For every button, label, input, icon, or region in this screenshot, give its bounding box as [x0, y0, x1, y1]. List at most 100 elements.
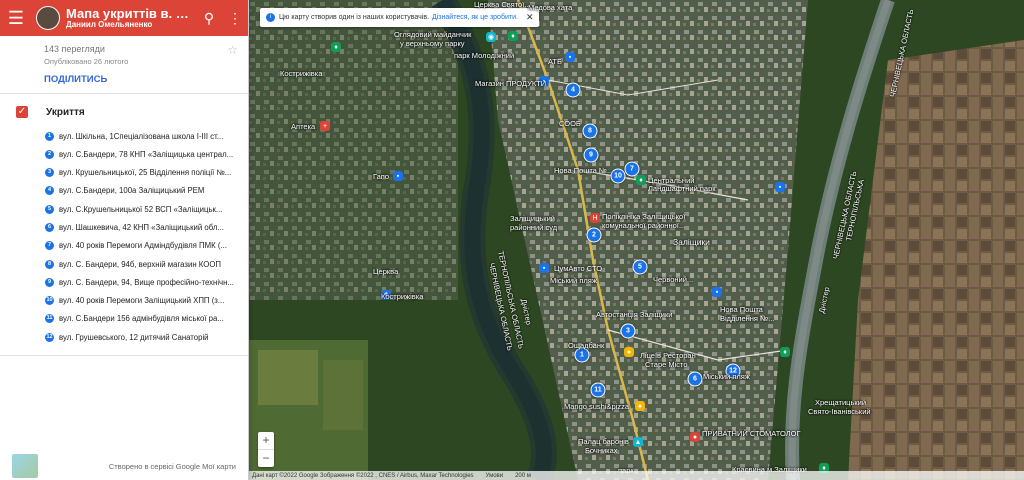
map-label: Медова хата [528, 3, 573, 12]
attribution-text: Дані карт ©2022 Google Зображення ©2022 … [252, 472, 474, 479]
map-label: Поліклініка Заліщицької комунальної райо… [602, 212, 686, 230]
shelter-number-icon: 2 [45, 149, 54, 159]
list-item-label: вул. 40 років Перемоги Заліщицький ХПП (… [59, 296, 225, 306]
map-title: Мапа укриттів в. Заліщики [66, 6, 196, 21]
park-pin-icon[interactable]: ♦ [636, 175, 646, 185]
shelter-marker[interactable]: 3 [620, 323, 636, 339]
my-maps-logo-icon[interactable] [12, 454, 38, 478]
list-item[interactable]: 2 вул. С.Бандери, 78 КНП «Заліщицька цент… [0, 146, 248, 162]
map-label: Кострижівка [280, 69, 323, 78]
map-canvas[interactable]: i Цю карту створив один із наших користу… [248, 0, 1024, 480]
list-item[interactable]: 7 вул. 40 років Перемоги Адміндбудівля ПМ… [0, 238, 248, 254]
shopping-pin-icon[interactable]: ▪ [565, 52, 575, 62]
list-item[interactable]: 8 вул. С. Бандери, 94б, верхній магазин К… [0, 256, 248, 272]
share-button[interactable]: ПОДІЛИТИСЬ [44, 74, 234, 85]
list-item[interactable]: 10 вул. 40 років Перемоги Заліщицький ХПП… [0, 293, 248, 309]
map-label: Автостанція Заліщики [596, 310, 673, 319]
shelter-number-icon: 12 [45, 332, 54, 342]
shelter-marker[interactable]: 5 [632, 259, 648, 275]
palace-pin-icon[interactable]: ▲ [633, 437, 643, 447]
zoom-out-button[interactable]: − [258, 450, 274, 467]
map-label: Ліцеїв Ресторан [640, 351, 696, 360]
bus-pin-icon[interactable]: ▪ [393, 171, 403, 181]
map-label: Гапо [373, 172, 390, 181]
map-label: Церква [373, 267, 399, 276]
list-item-label: вул. Шашкевича, 42 КНП «Заліщицький обл.… [59, 222, 224, 232]
shopping-pin-icon[interactable]: ▪ [775, 182, 785, 192]
shelter-marker[interactable]: 6 [687, 371, 703, 387]
footer-text[interactable]: Створено в сервісі Google Мої карти [109, 462, 236, 471]
map-label: Mango sushi&pizza [564, 402, 630, 411]
list-item-label: вул. Крушельницької, 25 Відділення поліц… [59, 168, 232, 178]
map-label: Заліщики [673, 237, 710, 247]
list-item[interactable]: 5 вул. С.Крушельницької 52 ВСП «Заліщицьк… [0, 201, 248, 217]
banner-link[interactable]: Дізнайтеся, як це зробити. [432, 14, 518, 21]
shelter-number-icon: 9 [45, 277, 54, 287]
map-label: Оглядовий майданчик [394, 30, 472, 39]
search-icon[interactable]: ⚲ [196, 10, 222, 27]
zoom-in-button[interactable]: + [258, 432, 274, 449]
list-item[interactable]: 9 вул. С. Бандери, 94, Вище професійно-те… [0, 274, 248, 290]
shelter-marker[interactable]: 7 [624, 161, 640, 177]
map-label: Кострижівка [381, 292, 424, 301]
car-service-pin-icon[interactable]: ▪ [539, 263, 549, 273]
shelter-number-icon: 5 [45, 204, 54, 214]
list-item-label: вул. С.Бандери 156 адмінбудівля міської … [59, 314, 224, 324]
list-item-label: вул. С.Бандери, 100а Заліщицький РЕМ [59, 186, 205, 196]
shelter-number-icon: 10 [45, 296, 54, 306]
banner-text: Цю карту створив один із наших користува… [279, 14, 430, 21]
info-banner: i Цю карту створив один із наших користу… [260, 8, 540, 27]
star-icon[interactable]: ☆ [227, 43, 238, 57]
map-sidebar: ☰ Мапа укриттів в. Заліщики Даниил Омель… [0, 0, 249, 480]
park-pin-icon[interactable]: ♦ [780, 347, 790, 357]
menu-icon[interactable]: ☰ [0, 0, 32, 36]
restaurant-pin-icon[interactable]: ● [624, 347, 634, 357]
list-item[interactable]: 3 вул. Крушельницької, 25 Відділення полі… [0, 165, 248, 181]
map-label: Нова Пошта №... [554, 166, 614, 175]
shopping-pin-icon[interactable]: ▪ [712, 287, 722, 297]
view-count: 143 перегляди [44, 44, 105, 54]
more-vert-icon[interactable]: ⋮ [222, 10, 248, 27]
map-label: Аптека [291, 122, 316, 131]
map-label: ЦумАвто СТО [554, 264, 603, 273]
list-item[interactable]: 6 вул. Шашкевича, 42 КНП «Заліщицький обл… [0, 219, 248, 235]
avatar[interactable] [36, 6, 60, 30]
map-attribution: Дані карт ©2022 Google Зображення ©2022 … [248, 471, 1024, 480]
dentist-pin-icon[interactable]: ● [690, 432, 700, 442]
shelter-marker[interactable]: 4 [565, 82, 581, 98]
map-label: Старе Місто [645, 360, 688, 369]
terms-link[interactable]: Умови [486, 473, 504, 479]
shelter-marker[interactable]: 11 [590, 382, 606, 398]
pharmacy-pin-icon[interactable]: + [320, 121, 330, 131]
shelter-number-icon: 11 [45, 314, 54, 324]
shelter-number-icon: 8 [45, 259, 54, 269]
list-item[interactable]: 11 вул. С.Бандери 156 адмінбудівля місько… [0, 311, 248, 327]
layer-checkbox[interactable]: ✓ [16, 106, 28, 118]
map-label: парк Молодіжний [454, 51, 515, 60]
park-pin-icon[interactable]: ♦ [331, 42, 341, 52]
map-label: Хрещатицький [815, 398, 867, 407]
park-pin-icon[interactable]: ♦ [508, 31, 518, 41]
list-item[interactable]: 12 вул. Грушевського, 12 дитячий Санаторі… [0, 329, 248, 345]
close-icon[interactable]: ✕ [526, 12, 534, 23]
map-label: Свято-Іванівський [808, 407, 871, 416]
map-label: ПРИВАТНИЙ СТОМАТОЛОГ [702, 429, 801, 438]
shelter-marker[interactable]: 8 [582, 123, 598, 139]
shelter-marker[interactable]: 2 [586, 227, 602, 243]
layer-header[interactable]: ✓ Укриття [0, 94, 248, 124]
hospital-pin-icon[interactable]: H [590, 213, 600, 223]
map-label: Церква Святої... [474, 0, 531, 9]
list-item-label: вул. С. Бандери, 94б, верхній магазин КО… [59, 259, 221, 269]
map-label: Ландшафтний парк [648, 184, 716, 193]
shelter-marker[interactable]: 9 [583, 147, 599, 163]
map-author[interactable]: Даниил Омельяненко [66, 20, 196, 29]
zoom-controls: + − [258, 432, 274, 467]
map-label: СООБ [559, 119, 581, 128]
viewpoint-pin-icon[interactable]: ◉ [486, 32, 496, 42]
scale-label[interactable]: 200 м [515, 473, 531, 479]
restaurant-pin-icon[interactable]: ● [635, 401, 645, 411]
list-item[interactable]: 1 вул. Шкільна, 1Спеціалізована школа І-І… [0, 128, 248, 144]
shelter-number-icon: 7 [45, 241, 54, 251]
divider [0, 355, 248, 357]
list-item[interactable]: 4 вул. С.Бандери, 100а Заліщицький РЕМ [0, 183, 248, 199]
